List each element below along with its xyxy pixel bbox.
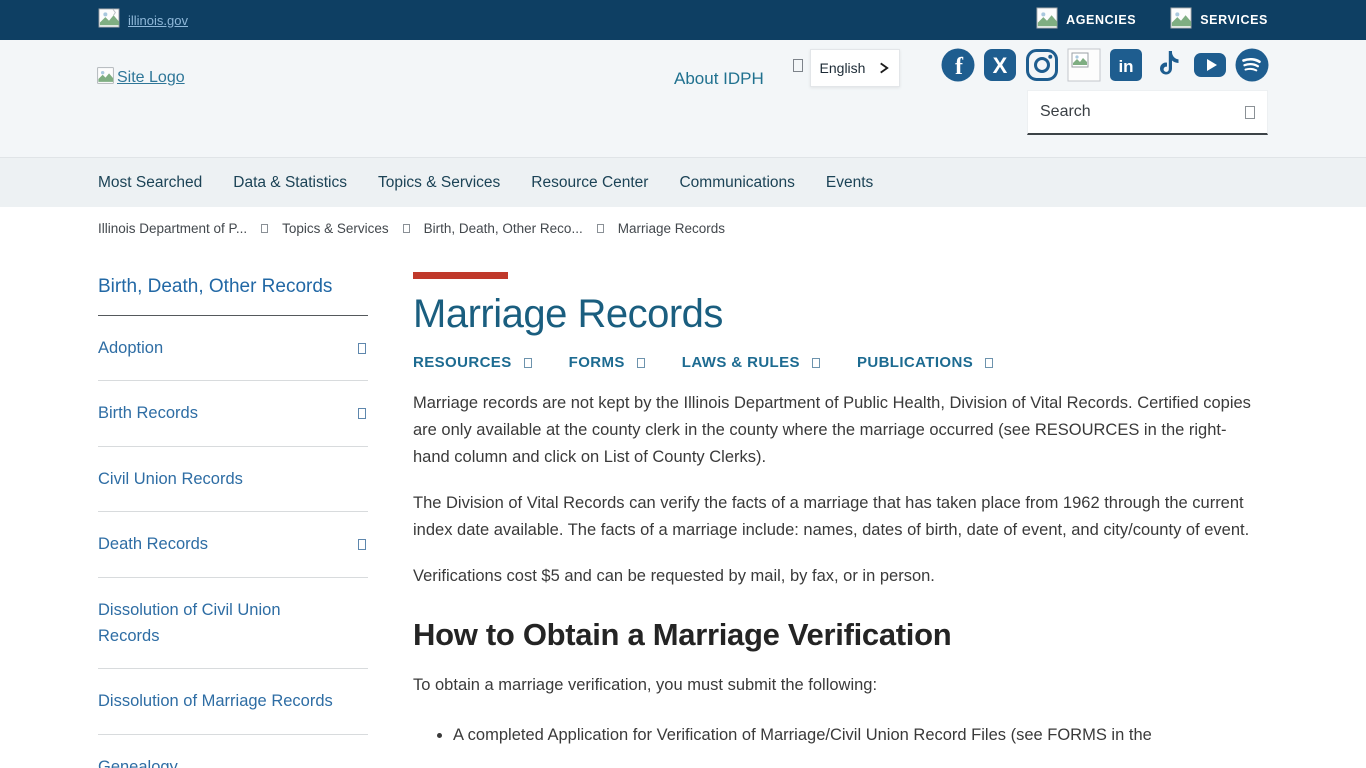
nav-item-topics-services[interactable]: Topics & Services (378, 174, 500, 192)
instagram-icon[interactable] (1025, 48, 1059, 82)
broken-image-icon (1170, 7, 1192, 34)
social-icons-row: f X in (941, 48, 1269, 82)
section-link-glyph-icon (985, 358, 993, 368)
breadcrumb-birth-death-records[interactable]: Birth, Death, Other Reco... (424, 221, 583, 236)
paragraph-verification-cost: Verifications cost $5 and can be request… (413, 563, 1258, 590)
chevron-right-icon (877, 61, 890, 75)
sidebar-item-civil-union-records[interactable]: Civil Union Records (98, 447, 368, 512)
gov-topbar: illinois.gov AGENCIES SERVICES (0, 0, 1366, 40)
sidebar-item-death-records[interactable]: Death Records (98, 512, 368, 577)
broken-image-icon (98, 8, 120, 33)
sidebar-item-dissolution-marriage[interactable]: Dissolution of Marriage Records (98, 669, 368, 734)
site-header: Site Logo About IDPH English f X in (0, 40, 1366, 157)
section-link-glyph-icon (812, 358, 820, 368)
section-link-glyph-icon (637, 358, 645, 368)
breadcrumb-separator-icon (597, 224, 604, 233)
sidebar-heading-link[interactable]: Birth, Death, Other Records (98, 276, 368, 316)
breadcrumb-separator-icon (261, 224, 268, 233)
site-logo-label: Site Logo (117, 69, 185, 87)
paragraph-verify-facts: The Division of Vital Records can verify… (413, 490, 1258, 544)
sidebar-item-genealogy[interactable]: Genealogy (98, 735, 368, 768)
broken-image-icon (1036, 7, 1058, 34)
section-link-glyph-icon (524, 358, 532, 368)
expand-icon[interactable] (358, 343, 366, 354)
site-logo-link[interactable]: Site Logo (97, 67, 185, 89)
breadcrumb-home[interactable]: Illinois Department of P... (98, 221, 247, 236)
youtube-icon[interactable] (1193, 48, 1227, 82)
breadcrumb-separator-icon (403, 224, 410, 233)
nav-item-communications[interactable]: Communications (679, 174, 794, 192)
agencies-label: AGENCIES (1066, 13, 1136, 27)
nav-item-most-searched[interactable]: Most Searched (98, 174, 202, 192)
broken-image-icon (97, 67, 114, 89)
topbar-links: AGENCIES SERVICES (1036, 7, 1268, 34)
x-twitter-icon[interactable]: X (983, 48, 1017, 82)
page-title: Marriage Records (413, 292, 1268, 337)
breadcrumb-marriage-records[interactable]: Marriage Records (618, 221, 725, 236)
nav-item-events[interactable]: Events (826, 174, 873, 192)
subheading-how-to-obtain: How to Obtain a Marriage Verification (413, 617, 1268, 653)
sidebar: Birth, Death, Other Records Adoption Bir… (98, 276, 368, 768)
agencies-link[interactable]: AGENCIES (1036, 7, 1136, 34)
svg-text:f: f (955, 54, 964, 80)
expand-icon[interactable] (358, 408, 366, 419)
services-label: SERVICES (1200, 13, 1268, 27)
main-nav: Most Searched Data & Statistics Topics &… (0, 157, 1366, 207)
services-link[interactable]: SERVICES (1170, 7, 1268, 34)
broken-image-icon[interactable] (1067, 48, 1101, 82)
resources-link[interactable]: RESOURCES (413, 354, 532, 371)
accent-bar (413, 272, 508, 279)
about-idph-link[interactable]: About IDPH (674, 69, 764, 89)
illinois-gov-label: illinois.gov (128, 13, 188, 28)
language-dropdown[interactable]: English (810, 49, 900, 87)
expand-icon[interactable] (358, 539, 366, 550)
nav-item-data-statistics[interactable]: Data & Statistics (233, 174, 347, 192)
laws-rules-link[interactable]: LAWS & RULES (682, 354, 820, 371)
facebook-icon[interactable]: f (941, 48, 975, 82)
search-box (1027, 90, 1268, 135)
linkedin-icon[interactable]: in (1109, 48, 1143, 82)
sidebar-item-birth-records[interactable]: Birth Records (98, 381, 368, 446)
globe-icon (793, 59, 803, 77)
requirements-list: A completed Application for Verification… (413, 722, 1268, 748)
forms-link[interactable]: FORMS (569, 354, 645, 371)
list-item: A completed Application for Verification… (453, 722, 1268, 748)
section-links: RESOURCES FORMS LAWS & RULES PUBLICATION… (413, 354, 1268, 371)
nav-item-resource-center[interactable]: Resource Center (531, 174, 648, 192)
svg-text:in: in (1118, 57, 1133, 76)
paragraph-submit-following: To obtain a marriage verification, you m… (413, 672, 1258, 699)
main-article: Marriage Records RESOURCES FORMS LAWS & … (413, 272, 1268, 768)
sidebar-item-adoption[interactable]: Adoption (98, 316, 368, 381)
illinois-gov-link[interactable]: illinois.gov (98, 8, 188, 33)
svg-text:X: X (993, 53, 1008, 78)
publications-link[interactable]: PUBLICATIONS (857, 354, 993, 371)
sidebar-item-dissolution-civil-union[interactable]: Dissolution of Civil Union Records (98, 578, 368, 670)
search-icon[interactable] (1245, 106, 1255, 119)
tiktok-icon[interactable] (1151, 48, 1185, 82)
breadcrumb: Illinois Department of P... Topics & Ser… (0, 221, 1366, 236)
spotify-icon[interactable] (1235, 48, 1269, 82)
search-input[interactable] (1040, 103, 1210, 121)
content-area: Birth, Death, Other Records Adoption Bir… (0, 276, 1366, 768)
paragraph-records-not-kept: Marriage records are not kept by the Ill… (413, 390, 1258, 471)
language-selected-label: English (820, 60, 866, 76)
breadcrumb-topics-services[interactable]: Topics & Services (282, 221, 389, 236)
